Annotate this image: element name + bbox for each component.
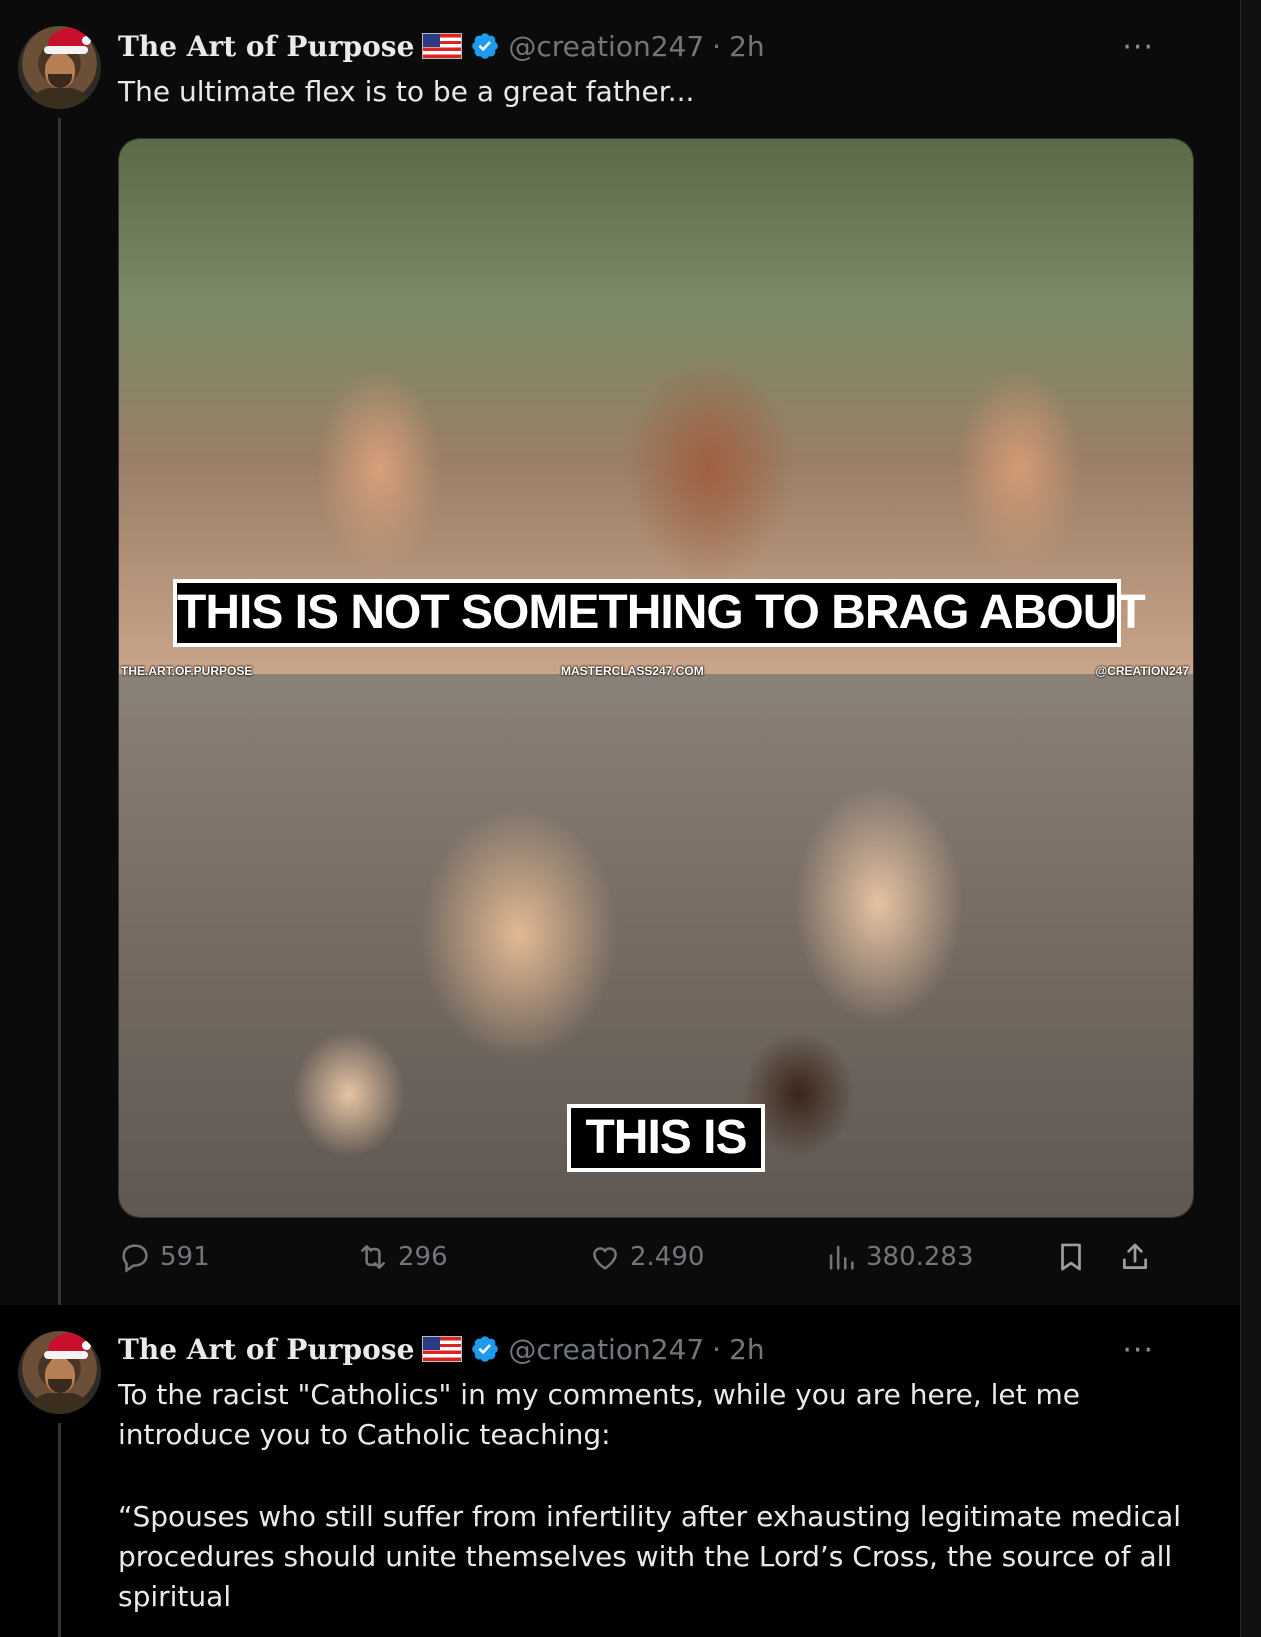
tweet-image[interactable]: THIS IS NOT SOMETHING TO BRAG ABOUT THIS… [118,138,1194,1218]
tweet-text-line: spiritual [118,1580,232,1613]
caption-top: THIS IS NOT SOMETHING TO BRAG ABOUT [173,579,1146,647]
thread-connector-line [58,118,61,1305]
image-bottom-panel: THIS IS [119,674,1193,1217]
tweet[interactable]: The Art of Purpose @creation247 · 2h ···… [0,1305,1240,1637]
bookmark-button[interactable] [1054,1240,1088,1274]
scrollbar[interactable] [1240,0,1261,1637]
verified-badge-icon [472,33,499,59]
tweet[interactable]: The Art of Purpose @creation247 · 2h ···… [0,0,1240,1305]
author-handle[interactable]: @creation247 [508,1333,704,1366]
views-button[interactable]: 380.283 [824,1240,974,1274]
more-options-button[interactable]: ··· [1122,1333,1154,1368]
tweet-text-line: “Spouses who still suffer from infertili… [118,1500,1182,1533]
santa-hat-brim [44,46,88,54]
reply-icon [122,1244,148,1273]
verified-badge-icon [472,1336,499,1362]
views-icon [829,1245,854,1270]
avatar-coat [26,88,94,109]
share-button[interactable] [1118,1240,1152,1274]
thread-connector-line [58,1423,61,1637]
views-count: 380.283 [866,1242,974,1272]
author-name[interactable]: The Art of Purpose [118,1333,414,1366]
image-top-panel: THIS IS NOT SOMETHING TO BRAG ABOUT [119,139,1193,674]
repost-button[interactable]: 296 [356,1240,448,1274]
author-handle[interactable]: @creation247 [508,30,704,63]
tweet-text: The ultimate flex is to be a great fathe… [118,75,695,108]
tweet-timestamp[interactable]: 2h [729,1333,765,1366]
watermark-left: THE.ART.OF.PURPOSE [121,664,253,678]
tweet-actions: 591 296 2.490 380.283 [118,1240,1208,1284]
bookmark-icon [1061,1243,1081,1271]
watermark-center: MASTERCLASS247.COM [561,664,704,678]
header-separator: · [712,29,722,63]
tweet-header: The Art of Purpose @creation247 · 2h [118,28,765,64]
tweet-timestamp[interactable]: 2h [729,30,765,63]
santa-hat-pompom [82,1341,91,1350]
watermark-right: @CREATION247 [1095,664,1190,678]
us-flag-icon [422,33,463,59]
header-separator: · [712,1332,722,1366]
like-button[interactable]: 2.490 [588,1240,704,1274]
repost-icon [361,1245,385,1269]
avatar[interactable] [18,26,101,109]
more-options-button[interactable]: ··· [1122,30,1154,65]
caption-bottom: THIS IS [567,1104,765,1172]
tweet-text-line: procedures should unite themselves with … [118,1540,1173,1573]
like-count: 2.490 [630,1242,705,1272]
timeline: The Art of Purpose @creation247 · 2h ···… [0,0,1240,1637]
tweet-text-line: To the racist "Catholics" in my comments… [118,1378,1081,1411]
reply-button[interactable]: 591 [118,1240,210,1274]
author-name[interactable]: The Art of Purpose [118,30,414,63]
repost-count: 296 [398,1242,448,1272]
avatar[interactable] [18,1331,101,1414]
avatar-coat [26,1393,94,1414]
santa-hat-pompom [82,36,91,45]
us-flag-icon [422,1336,463,1362]
tweet-header: The Art of Purpose @creation247 · 2h [118,1331,765,1367]
heart-icon [593,1247,617,1270]
tweet-text-line: introduce you to Catholic teaching: [118,1418,611,1451]
share-icon [1123,1243,1147,1269]
reply-count: 591 [160,1242,210,1272]
santa-hat-brim [44,1351,88,1359]
